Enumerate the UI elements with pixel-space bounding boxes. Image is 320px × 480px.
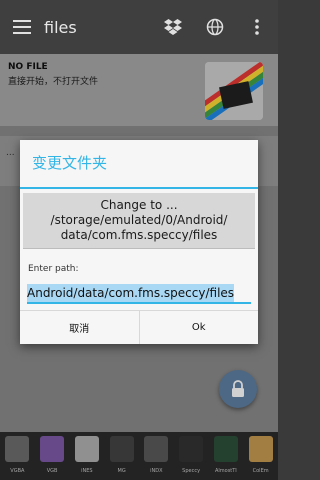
globe-icon[interactable] <box>194 0 236 54</box>
action-bar: files <box>0 0 278 54</box>
cancel-button[interactable]: 取消 <box>20 311 139 344</box>
dialog-message-line: Change to ... <box>100 198 178 212</box>
dialog-button-row: 取消 Ok <box>20 310 258 344</box>
ok-button[interactable]: Ok <box>138 311 259 344</box>
change-folder-dialog: 变更文件夹 Change to ... /storage/emulated/0/… <box>20 140 258 344</box>
app-title: files <box>44 17 77 37</box>
dropbox-icon[interactable] <box>152 0 194 54</box>
path-input-value: Android/data/com.fms.speccy/files <box>27 284 235 302</box>
dialog-message-line: /storage/emulated/0/Android/ <box>50 213 228 227</box>
dialog-message-line: data/com.fms.speccy/files <box>60 228 218 242</box>
path-field-label: Enter path: <box>28 264 79 274</box>
menu-icon[interactable] <box>0 0 44 54</box>
dialog-message: Change to ... /storage/emulated/0/Androi… <box>23 193 255 249</box>
dialog-title: 变更文件夹 <box>32 154 108 172</box>
path-input[interactable]: Android/data/com.fms.speccy/files <box>27 282 251 304</box>
more-icon[interactable] <box>236 0 278 54</box>
dialog-divider <box>20 187 258 189</box>
